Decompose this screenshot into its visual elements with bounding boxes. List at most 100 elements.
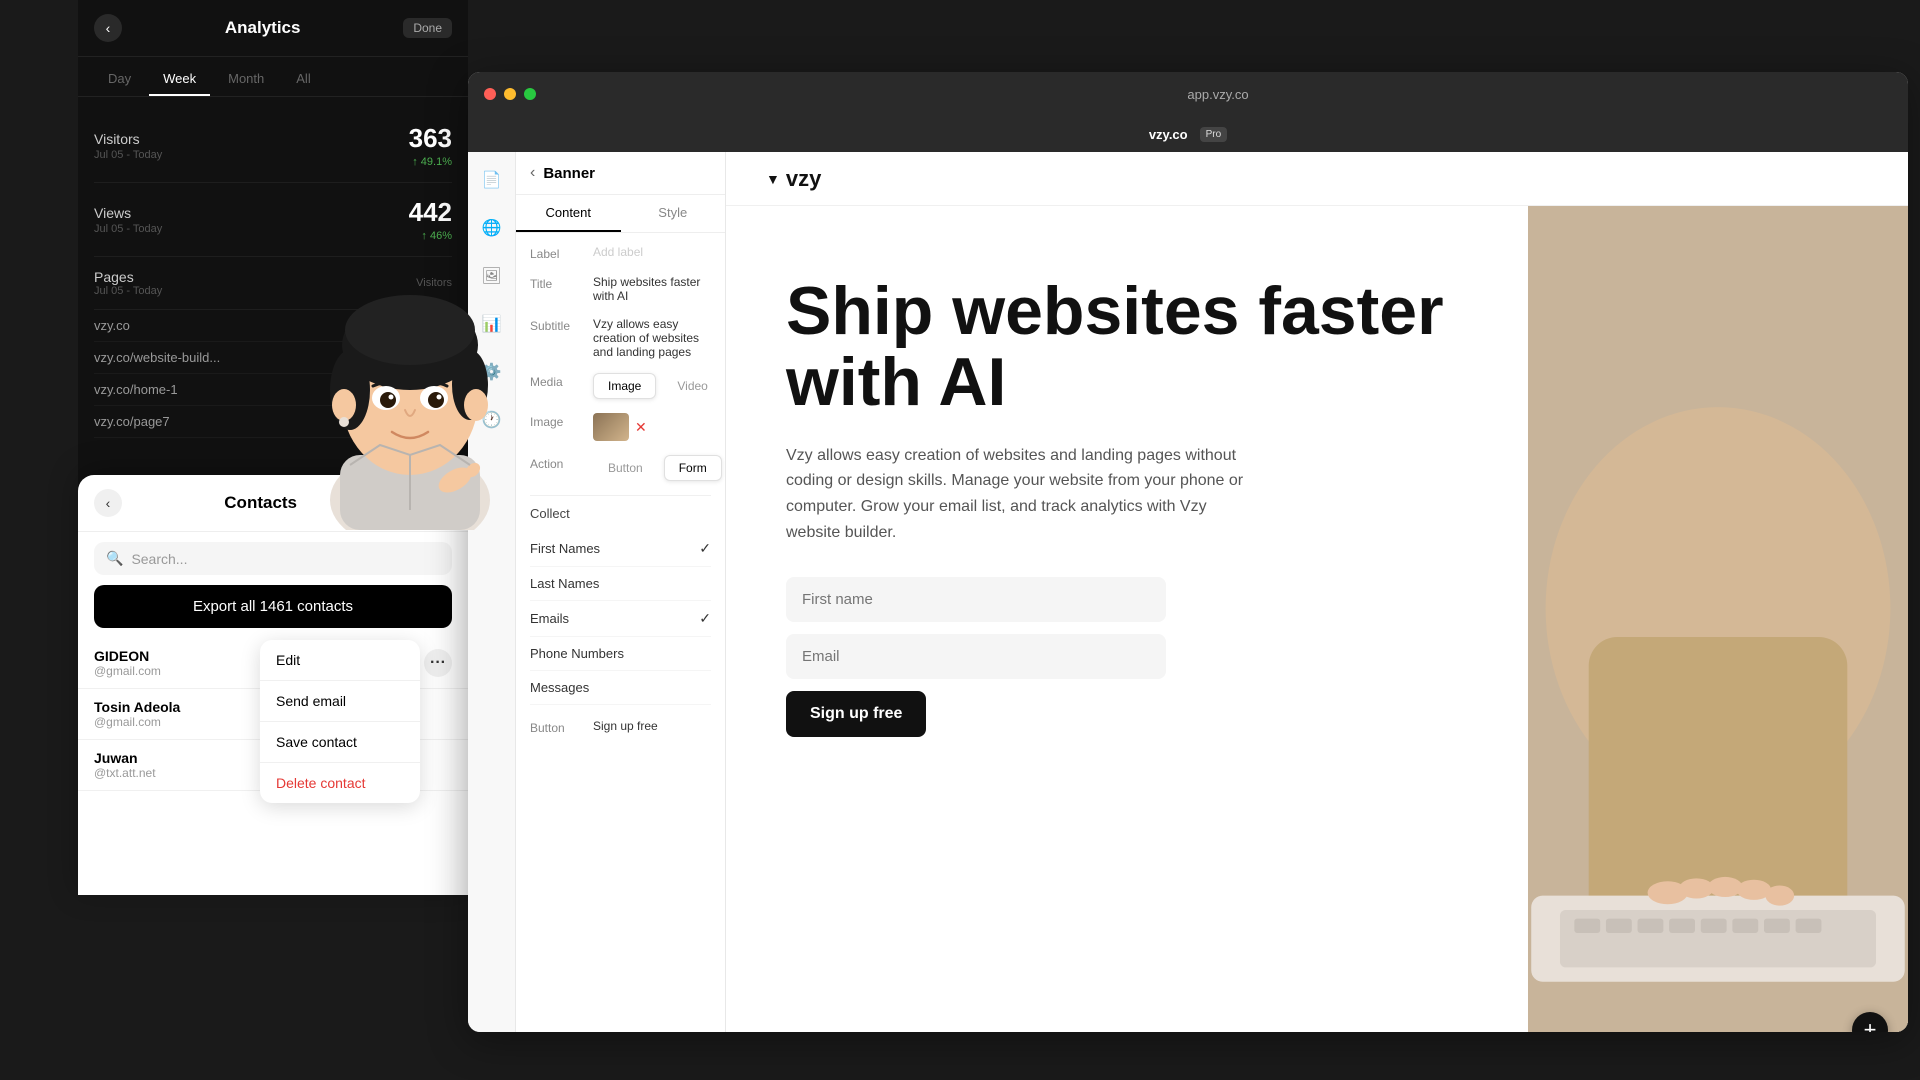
image-button[interactable]: Image	[593, 373, 656, 399]
action-buttons: Button Form	[593, 455, 722, 481]
action-field-label: Action	[530, 455, 585, 471]
button-field-value[interactable]: Sign up free	[593, 719, 711, 733]
subtitle-field-row: Subtitle Vzy allows easy creation of web…	[530, 317, 711, 359]
contact-name-2: Tosin Adeola	[94, 699, 180, 715]
vzy-topbar: vzy.co Pro	[468, 116, 1908, 152]
collect-label: Collect	[530, 506, 711, 521]
context-menu-save-contact[interactable]: Save contact	[260, 722, 420, 763]
website-logo: ▼ vzy	[766, 166, 821, 192]
collect-first-names-check[interactable]: ✓	[699, 540, 711, 557]
panel-title: Banner	[543, 165, 595, 182]
hero-title: Ship websites faster with AI	[786, 276, 1468, 419]
contact-email-3: @txt.att.net	[94, 766, 156, 780]
contact-name-1: GIDEON	[94, 648, 161, 664]
title-field-value[interactable]: Ship websites faster with AI	[593, 275, 711, 303]
views-value: 442	[409, 197, 452, 228]
logo-text: vzy	[786, 166, 821, 192]
collect-first-names[interactable]: First Names ✓	[530, 531, 711, 567]
button-label-row: Button Sign up free	[530, 719, 711, 735]
form-action-btn[interactable]: Form	[664, 455, 722, 481]
label-placeholder[interactable]: Add label	[593, 245, 643, 259]
panel-content: Label Add label Title Ship websites fast…	[516, 233, 725, 1032]
tab-week[interactable]: Week	[149, 65, 210, 96]
contact-email-1: @gmail.com	[94, 664, 161, 678]
image-preview: ✕	[593, 413, 647, 441]
subtitle-field-label: Subtitle	[530, 317, 585, 333]
action-field-row: Action Button Form	[530, 455, 711, 481]
image-field-row: Image ✕	[530, 413, 711, 441]
avatar	[310, 270, 510, 530]
title-field-label: Title	[530, 275, 585, 291]
subtitle-field-value[interactable]: Vzy allows easy creation of websites and…	[593, 317, 711, 359]
export-contacts-button[interactable]: Export all 1461 contacts	[94, 585, 452, 628]
hero-image-svg	[1528, 206, 1908, 1032]
tab-month[interactable]: Month	[214, 65, 278, 96]
maximize-dot[interactable]	[524, 88, 536, 100]
pages-date: Jul 05 - Today	[94, 285, 162, 297]
collect-phone-numbers[interactable]: Phone Numbers	[530, 637, 711, 671]
image-remove-button[interactable]: ✕	[635, 419, 647, 436]
context-menu-delete-contact[interactable]: Delete contact	[260, 763, 420, 803]
context-menu-send-email[interactable]: Send email	[260, 681, 420, 722]
contacts-search[interactable]: 🔍 Search...	[94, 542, 452, 575]
visitors-label: Visitors	[94, 131, 162, 147]
image-thumbnail[interactable]	[593, 413, 629, 441]
panel-header: ‹ Banner	[516, 152, 725, 195]
views-label: Views	[94, 205, 162, 221]
website-nav: ▼ vzy	[726, 152, 1908, 206]
views-change: ↑ 46%	[409, 230, 452, 242]
button-action-btn[interactable]: Button	[593, 455, 658, 481]
hero-image	[1528, 206, 1908, 1032]
video-button[interactable]: Video	[662, 373, 722, 399]
collect-last-names-label: Last Names	[530, 576, 599, 591]
analytics-done-badge[interactable]: Done	[403, 18, 452, 38]
analytics-title: Analytics	[225, 18, 301, 38]
browser-window: app.vzy.co vzy.co Pro 📄 🌐 🖼 📊 ⚙️ 🕐 ‹ Ban…	[468, 72, 1908, 1032]
analytics-back-button[interactable]: ‹	[94, 14, 122, 42]
preview-area: ▼ vzy Ship websites faster with AI Vzy a…	[726, 152, 1908, 1032]
analytics-header: ‹ Analytics Done	[78, 0, 468, 57]
views-date: Jul 05 - Today	[94, 223, 162, 235]
page-icon-button[interactable]: 📄	[476, 164, 508, 196]
close-dot[interactable]	[484, 88, 496, 100]
contacts-back-button[interactable]: ‹	[94, 489, 122, 517]
context-menu-edit[interactable]: Edit	[260, 640, 420, 681]
panel-back-button[interactable]: ‹	[530, 164, 535, 182]
views-stat: Views Jul 05 - Today 442 ↑ 46%	[94, 183, 452, 257]
hero-first-name-input[interactable]	[786, 577, 1166, 622]
image-field-label: Image	[530, 413, 585, 429]
collect-emails-check[interactable]: ✓	[699, 610, 711, 627]
website-preview: ▼ vzy Ship websites faster with AI Vzy a…	[726, 152, 1908, 1032]
analytics-tabs: Day Week Month All	[78, 57, 468, 97]
hero-subtitle: Vzy allows easy creation of websites and…	[786, 443, 1246, 545]
panel-tabs: Content Style	[516, 195, 725, 233]
tab-content[interactable]: Content	[516, 195, 621, 232]
vzy-site-name: vzy.co	[1149, 127, 1188, 142]
hero-email-input[interactable]	[786, 634, 1166, 679]
collect-last-names[interactable]: Last Names	[530, 567, 711, 601]
collect-messages-label: Messages	[530, 680, 589, 695]
collect-section: Collect First Names ✓ Last Names Emails …	[530, 495, 711, 705]
website-hero: Ship websites faster with AI Vzy allows …	[726, 206, 1908, 1032]
media-field-row: Media Image Video	[530, 373, 711, 399]
hero-signup-button[interactable]: Sign up free	[786, 691, 926, 737]
pages-label: Pages	[94, 269, 162, 285]
contacts-title: Contacts	[224, 493, 297, 513]
globe-icon-button[interactable]: 🌐	[476, 212, 508, 244]
title-field-row: Title Ship websites faster with AI	[530, 275, 711, 303]
tab-day[interactable]: Day	[94, 65, 145, 96]
tab-all[interactable]: All	[282, 65, 324, 96]
browser-url-bar[interactable]: app.vzy.co	[544, 87, 1892, 102]
visitors-stat: Visitors Jul 05 - Today 363 ↑ 49.1%	[94, 109, 452, 183]
collect-emails-label: Emails	[530, 611, 569, 626]
collect-emails[interactable]: Emails ✓	[530, 601, 711, 637]
contact-menu-button-1[interactable]: ···	[424, 649, 452, 677]
contact-email-2: @gmail.com	[94, 715, 180, 729]
collect-messages[interactable]: Messages	[530, 671, 711, 705]
visitors-value: 363	[409, 123, 452, 154]
minimize-dot[interactable]	[504, 88, 516, 100]
editor-panel: ‹ Banner Content Style Label Add label T…	[516, 152, 726, 1032]
tab-style[interactable]: Style	[621, 195, 726, 232]
visitors-change: ↑ 49.1%	[409, 156, 452, 168]
hero-content: Ship websites faster with AI Vzy allows …	[726, 206, 1528, 1032]
